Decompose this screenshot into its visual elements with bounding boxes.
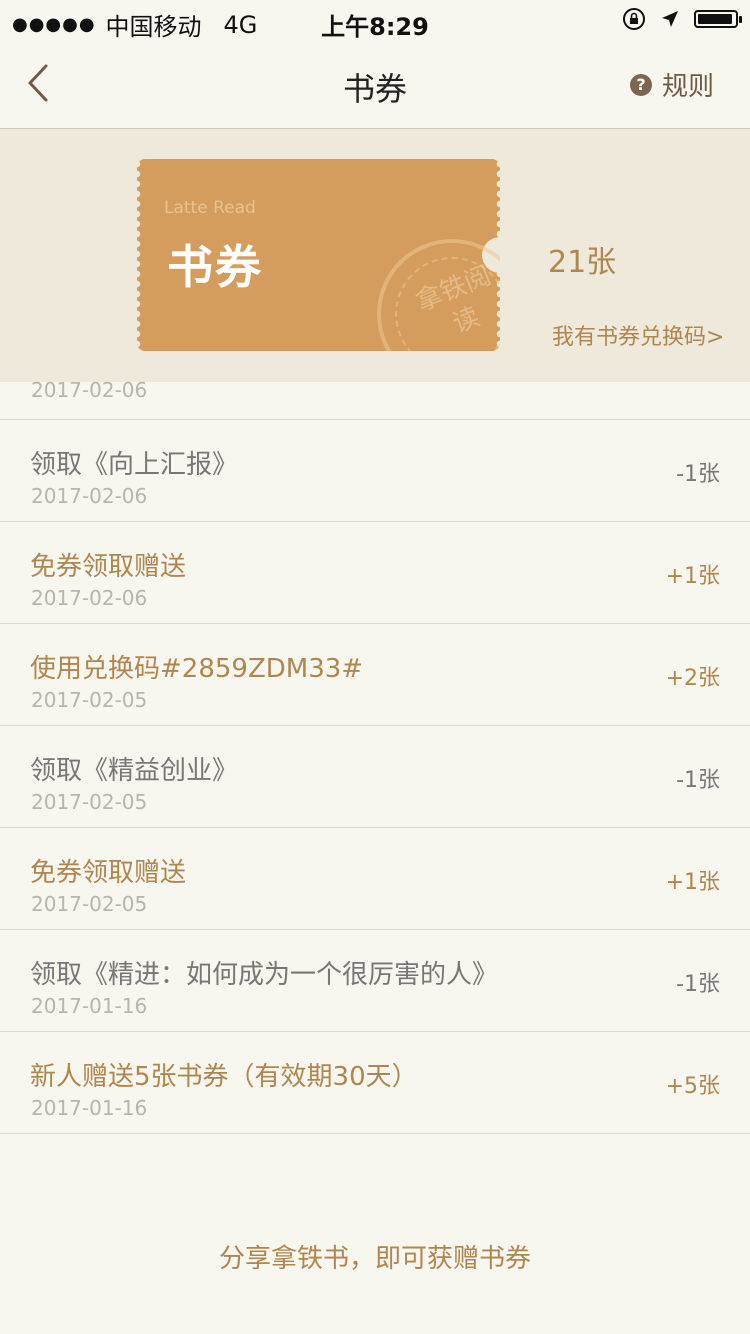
record-amount: +1张 (665, 564, 720, 589)
record-title: 领取《向上汇报》 (30, 450, 239, 480)
record-date: 2017-02-05 (31, 688, 148, 712)
rules-button[interactable]: ? 规则 (629, 66, 714, 103)
record-date: 2017-02-05 (31, 790, 148, 814)
record-title: 领取《精进：如何成为一个很厉害的人》 (30, 960, 499, 990)
share-promo-text[interactable]: 分享拿铁书，即可获赠书券 (0, 1238, 750, 1275)
list-item: 领取《精进：如何成为一个很厉害的人》 2017-01-16 -1张 (0, 930, 750, 1032)
list-item: 免券领取赠送 2017-02-06 +1张 (0, 522, 750, 624)
record-date: 2017-01-16 (31, 994, 148, 1018)
status-icons (622, 7, 742, 31)
list-item: 使用兑换码#2859ZDM33# 2017-02-05 +2张 (0, 624, 750, 726)
record-date: 2017-02-06 (31, 378, 148, 402)
ticket-title: 书券 (167, 240, 263, 294)
record-date: 2017-02-05 (31, 892, 148, 916)
list-item: 领取《向上汇报》 2017-02-06 -1张 (0, 420, 750, 522)
latte-read-seal-icon: 拿铁阅读 (377, 239, 500, 351)
list-item: 领取《精益创业》 2017-02-05 -1张 (0, 726, 750, 828)
record-title: 新人赠送5张书券（有效期30天） (30, 1062, 418, 1092)
record-amount: +2张 (665, 666, 720, 691)
record-title: 免券领取赠送 (30, 552, 187, 582)
record-date: 2017-02-06 (31, 484, 148, 508)
list-item: 新人赠送5张书券（有效期30天） 2017-01-16 +5张 (0, 1032, 750, 1134)
rules-label: 规则 (661, 72, 714, 102)
record-title: 使用兑换码#2859ZDM33# (30, 654, 364, 684)
record-amount: -1张 (676, 972, 720, 997)
battery-icon (694, 10, 742, 28)
ticket-perforation-left (137, 159, 141, 351)
record-amount: -1张 (676, 768, 720, 793)
location-arrow-icon (662, 11, 678, 27)
orientation-lock-icon (623, 8, 645, 30)
battery-level (698, 14, 732, 24)
record-amount: -1张 (676, 462, 720, 487)
status-bar: ●●●●● 中国移动 4G 上午8:29 (0, 0, 750, 41)
list-item: 免券领取赠送 2017-02-05 +1张 (0, 828, 750, 930)
coupon-count: 21张 (548, 245, 617, 280)
redeem-code-link[interactable]: 我有书券兑换码> (552, 319, 724, 351)
question-circle-icon: ? (629, 73, 652, 96)
list-item: 2017-02-06 (0, 378, 750, 420)
record-title: 领取《精益创业》 (30, 756, 239, 786)
nav-bar: 书券 ? 规则 (0, 40, 750, 129)
coupon-record-list: 2017-02-06 领取《向上汇报》 2017-02-06 -1张 免券领取赠… (0, 378, 750, 1134)
record-date: 2017-01-16 (31, 1096, 148, 1120)
ticket-brand: Latte Read (164, 198, 256, 218)
record-date: 2017-02-06 (31, 586, 148, 610)
coupon-ticket-card: Latte Read 书券 拿铁阅读 (137, 159, 500, 351)
coupon-summary: Latte Read 书券 拿铁阅读 21张 我有书券兑换码> (0, 129, 750, 382)
record-amount: +5张 (665, 1074, 720, 1099)
record-title: 免券领取赠送 (30, 858, 187, 888)
record-amount: +1张 (665, 870, 720, 895)
